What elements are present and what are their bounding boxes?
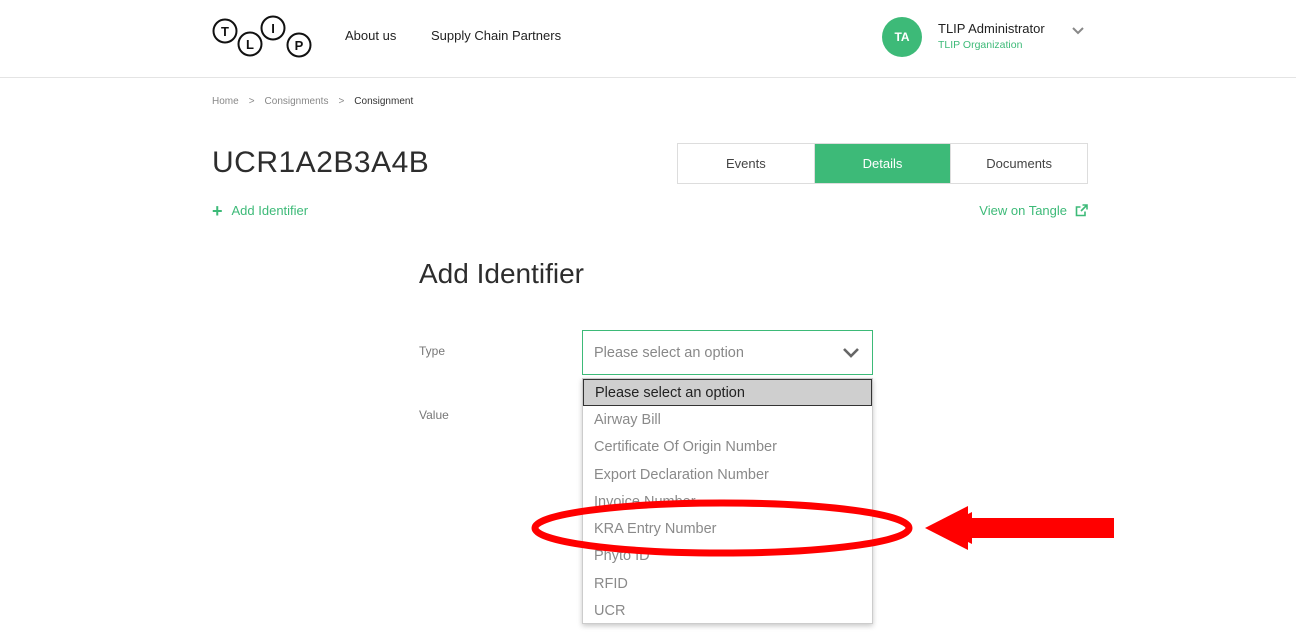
option-kra-entry-number[interactable]: KRA Entry Number — [583, 515, 872, 542]
type-select[interactable]: Please select an option — [582, 330, 873, 375]
tlip-logo[interactable]: T L I P — [212, 14, 312, 60]
logo-letter-p: P — [295, 38, 304, 53]
annotation-arrow-shaft — [960, 518, 1114, 538]
annotation-arrow-head-inner — [940, 512, 972, 544]
breadcrumb-consignments[interactable]: Consignments — [265, 96, 329, 107]
option-please-select[interactable]: Please select an option — [583, 379, 872, 407]
option-airway-bill[interactable]: Airway Bill — [583, 406, 872, 433]
page-title: UCR1A2B3A4B — [212, 146, 430, 179]
tab-documents[interactable]: Documents — [951, 144, 1087, 183]
option-phyto-id[interactable]: Phyto ID — [583, 543, 872, 570]
breadcrumb-current: Consignment — [354, 96, 414, 107]
logo-letter-i: I — [271, 21, 275, 36]
option-rfid[interactable]: RFID — [583, 570, 872, 597]
nav-about-us[interactable]: About us — [345, 28, 396, 43]
type-label: Type — [419, 344, 446, 358]
add-identifier-label: Add Identifier — [231, 203, 309, 218]
logo-letter-t: T — [221, 24, 229, 39]
chevron-down-icon — [843, 348, 859, 358]
add-identifier-link[interactable]: + Add Identifier — [212, 200, 309, 221]
nav-supply-chain-partners[interactable]: Supply Chain Partners — [431, 28, 561, 43]
user-name[interactable]: TLIP Administrator — [938, 21, 1045, 36]
user-avatar[interactable]: TA — [882, 17, 922, 57]
view-on-tangle-label: View on Tangle — [979, 203, 1067, 218]
view-on-tangle-link[interactable]: View on Tangle — [979, 203, 1088, 218]
top-header: T L I P About us Supply Chain Partners T… — [0, 0, 1296, 78]
type-select-value: Please select an option — [594, 344, 744, 361]
type-dropdown-list: Please select an option Airway Bill Cert… — [582, 378, 873, 624]
annotation-arrow-head — [925, 506, 968, 550]
logo-letter-l: L — [246, 37, 254, 52]
option-ucr[interactable]: UCR — [583, 597, 872, 624]
option-export-declaration[interactable]: Export Declaration Number — [583, 461, 872, 488]
chevron-down-icon[interactable] — [1070, 24, 1086, 38]
tab-events[interactable]: Events — [678, 144, 815, 183]
breadcrumb-separator: > — [248, 96, 255, 107]
option-certificate-of-origin[interactable]: Certificate Of Origin Number — [583, 434, 872, 461]
value-label: Value — [419, 408, 449, 422]
form-title: Add Identifier — [419, 258, 584, 289]
tab-details[interactable]: Details — [814, 144, 952, 183]
option-invoice-number[interactable]: Invoice Number — [583, 488, 872, 515]
user-organization: TLIP Organization — [938, 39, 1023, 51]
breadcrumb-separator: > — [338, 96, 345, 107]
breadcrumb-home[interactable]: Home — [212, 96, 239, 107]
tab-bar: Events Details Documents — [677, 143, 1088, 184]
external-link-icon — [1075, 204, 1088, 217]
plus-icon: + — [212, 200, 223, 221]
breadcrumb: Home > Consignments > Consignment — [212, 96, 413, 107]
